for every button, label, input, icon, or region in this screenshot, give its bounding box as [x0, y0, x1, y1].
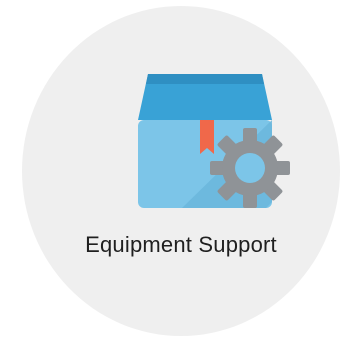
box-with-gear-icon — [138, 74, 290, 208]
box-lid-fold — [146, 74, 264, 84]
equipment-support-tile[interactable]: Equipment Support — [22, 6, 340, 336]
gear-icon — [210, 128, 290, 208]
gear-hub — [235, 153, 265, 183]
tile-label: Equipment Support — [85, 232, 277, 257]
page: Equipment Support — [0, 0, 341, 338]
